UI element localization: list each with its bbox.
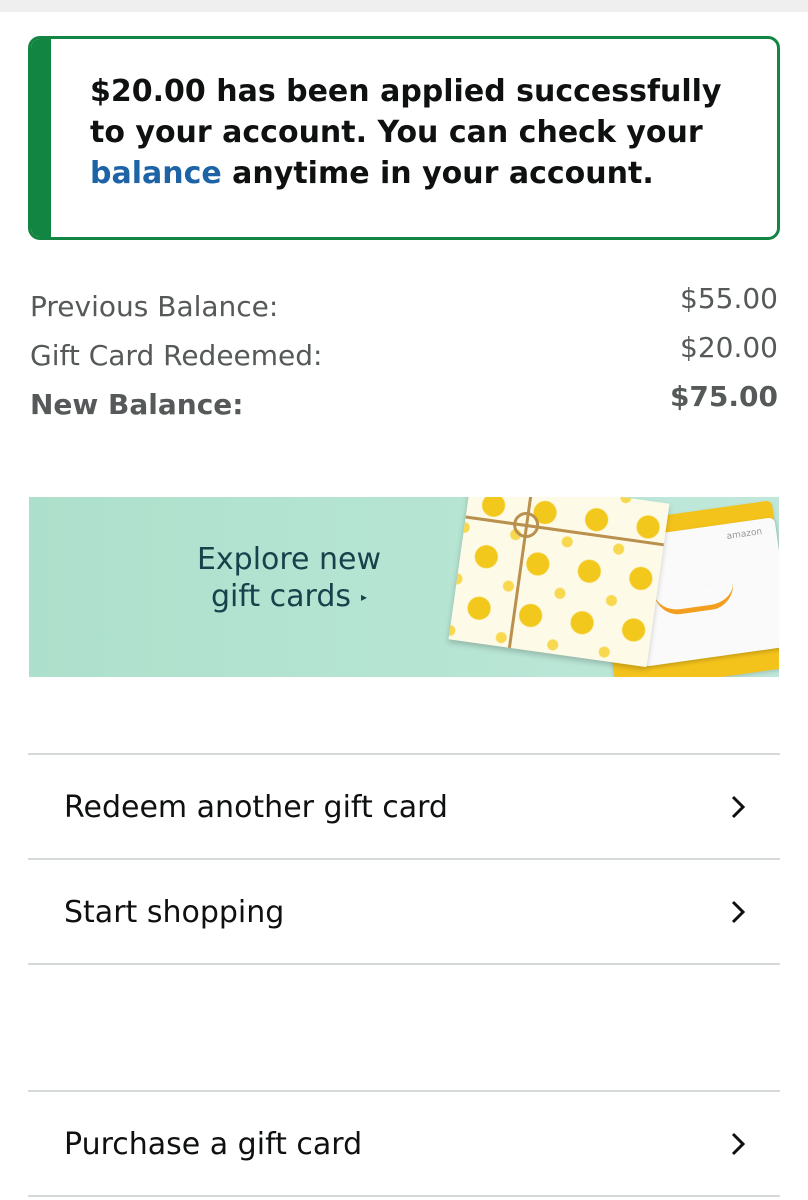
chevron-right-icon — [731, 1132, 746, 1156]
new-balance-row: New Balance: $75.00 — [30, 380, 778, 437]
redeem-another-gift-card-row[interactable]: Redeem another gift card — [28, 755, 780, 859]
alert-message: $20.00 has been applied successfully to … — [90, 71, 760, 194]
balance-link[interactable]: balance — [90, 156, 222, 191]
purchase-gift-card-label: Purchase a gift card — [64, 1126, 363, 1162]
previous-balance-row: Previous Balance: $55.00 — [30, 282, 778, 339]
alert-accent-stripe — [31, 39, 51, 237]
banner-text: Explore new gift cards ▸ — [189, 541, 389, 616]
redeem-another-gift-card-label: Redeem another gift card — [64, 789, 448, 825]
top-bar — [0, 0, 808, 12]
banner-line-2-text: gift cards — [210, 579, 352, 614]
twine-horizontal — [465, 515, 664, 547]
new-balance-label: New Balance: — [30, 388, 244, 421]
gift-card-brand-text: amazon — [726, 527, 763, 542]
gift-card-redeemed-row: Gift Card Redeemed: $20.00 — [30, 331, 778, 388]
twine-bow-icon — [511, 510, 541, 540]
chevron-right-icon — [731, 795, 746, 819]
previous-balance-label: Previous Balance: — [30, 290, 279, 323]
alert-message-end: anytime in your account. — [221, 156, 654, 191]
start-shopping-row[interactable]: Start shopping — [28, 860, 780, 964]
chevron-right-icon — [731, 900, 746, 924]
alert-message-start: $20.00 has been applied successfully to … — [90, 74, 722, 150]
start-shopping-label: Start shopping — [64, 894, 285, 930]
previous-balance-amount: $55.00 — [680, 282, 778, 315]
explore-gift-cards-banner[interactable]: Explore new gift cards ▸ amazon — [29, 497, 779, 677]
wrapped-gift-image — [448, 497, 670, 668]
success-alert: $20.00 has been applied successfully to … — [28, 36, 780, 240]
balance-summary: Previous Balance: $55.00 Gift Card Redee… — [30, 282, 778, 437]
gift-card-redeemed-label: Gift Card Redeemed: — [30, 339, 323, 372]
gift-card-redeemed-amount: $20.00 — [680, 331, 778, 364]
divider — [28, 963, 780, 965]
banner-line-1: Explore new — [196, 542, 382, 577]
new-balance-amount: $75.00 — [669, 380, 778, 413]
amazon-smile-icon — [653, 581, 737, 618]
banner-line-2: gift cards ▸ — [189, 578, 389, 616]
divider — [28, 1195, 780, 1197]
caret-right-icon: ▸ — [361, 590, 368, 604]
purchase-gift-card-row[interactable]: Purchase a gift card — [28, 1092, 780, 1196]
